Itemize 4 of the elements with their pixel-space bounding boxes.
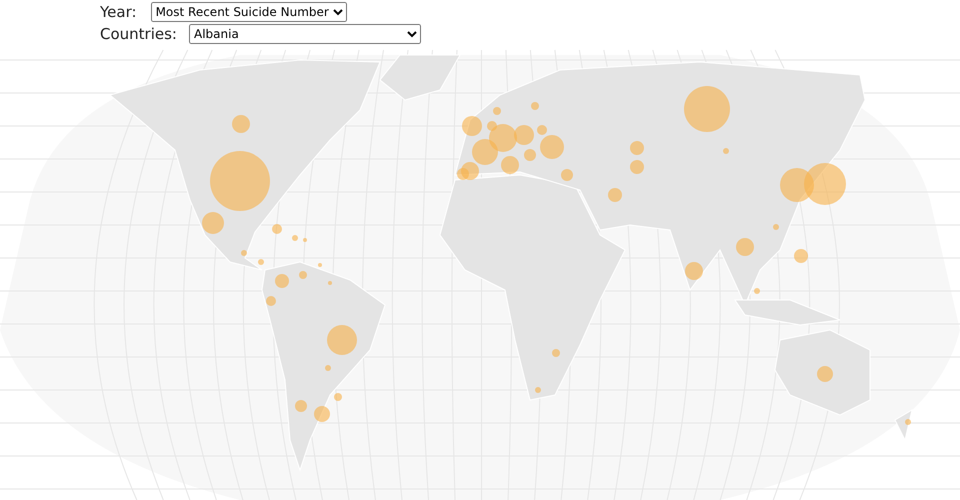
year-dropdown[interactable]: Most Recent Suicide Number — [150, 2, 347, 22]
field-label: Year: — [100, 3, 137, 21]
countries-dropdown[interactable]: Albania — [188, 24, 421, 44]
field-label: Countries: — [100, 25, 177, 43]
